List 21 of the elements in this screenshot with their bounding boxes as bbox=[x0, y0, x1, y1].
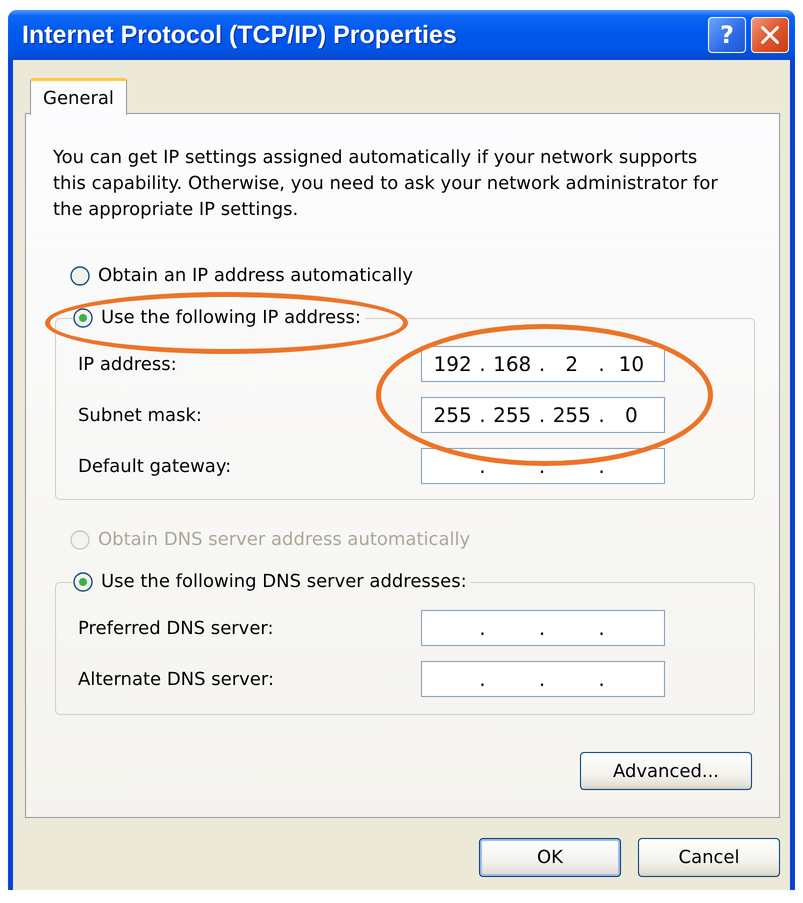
radio-option[interactable]: Use the following IP address: bbox=[73, 306, 361, 330]
ip-input-field[interactable]: 192 . 168 . 2 . 10 bbox=[421, 346, 665, 382]
radio-option[interactable]: Use the following DNS server addresses: bbox=[73, 570, 467, 594]
ok-button[interactable]: OK bbox=[479, 838, 621, 877]
close-button[interactable] bbox=[751, 17, 789, 53]
description-text: You can get IP settings assigned automatically if your network supports this capability. Otherwise, you need to ask your network administrator for the appropriate IP settings. bbox=[53, 146, 719, 222]
close-icon bbox=[761, 26, 779, 44]
field-label: IP address: bbox=[78, 354, 178, 374]
field-label: Alternate DNS server: bbox=[78, 668, 276, 690]
field-label: Preferred DNS server: bbox=[78, 618, 275, 638]
window-title: Internet Protocol (TCP/IP) Properties bbox=[22, 20, 457, 50]
radio-option[interactable]: Obtain an IP address automatically bbox=[70, 264, 414, 288]
cancel-button[interactable]: Cancel bbox=[638, 838, 780, 877]
help-button[interactable]: ? bbox=[708, 17, 746, 53]
field-label: Subnet mask: bbox=[78, 404, 203, 426]
general-tab[interactable]: General bbox=[30, 78, 127, 115]
field-label: Default gateway: bbox=[78, 456, 232, 476]
ip-input-field[interactable]: 255 . 255 . 255 . 0 bbox=[421, 397, 665, 433]
ip-input-field[interactable]: . . . bbox=[421, 661, 665, 697]
ip-input-field[interactable]: . . . bbox=[421, 610, 665, 646]
advanced-button[interactable]: Advanced... bbox=[580, 752, 752, 790]
